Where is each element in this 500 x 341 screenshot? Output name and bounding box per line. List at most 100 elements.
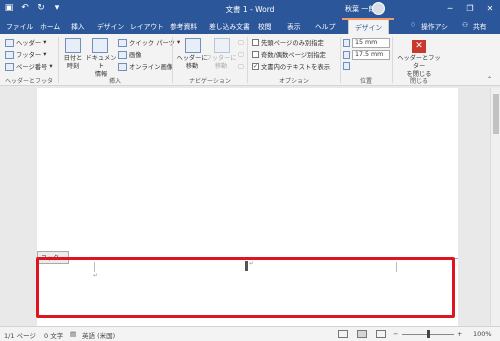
minimize-button[interactable]: ─ <box>440 0 460 18</box>
tab-design[interactable]: デザイン <box>97 21 124 31</box>
page-count[interactable]: 1/1 ページ <box>4 330 36 340</box>
online-picture-label: オンライン画像 <box>129 64 174 71</box>
first-page-checkbox[interactable] <box>252 39 259 46</box>
date-time-button[interactable]: 日付と 時刻 <box>60 55 86 71</box>
print-layout-icon[interactable] <box>357 330 367 338</box>
word-count[interactable]: 0 文字 <box>44 330 63 340</box>
divider <box>340 37 341 83</box>
link-previous-icon: ▢ <box>238 63 244 70</box>
tell-me-box[interactable]: 操作アシ <box>421 21 448 31</box>
tab-review[interactable]: 校閲 <box>258 21 272 31</box>
divider <box>58 37 59 83</box>
alignment-tab-icon[interactable] <box>343 62 350 70</box>
close-window-button[interactable]: ✕ <box>480 0 500 18</box>
quick-parts-label: クイック パーツ <box>129 40 175 47</box>
share-button[interactable]: 共有 <box>473 21 487 31</box>
tab-header-footer-design[interactable]: デザイン <box>348 19 390 34</box>
ribbon-tabs: ファイル ホーム 挿入 デザイン レイアウト 参考資料 差し込み文書 校閲 表示… <box>0 18 500 34</box>
date-time-label-2: 時刻 <box>66 63 80 70</box>
status-bar: 1/1 ページ 0 文字 ▤ 英語 (米国) − + 100% <box>0 326 500 341</box>
tab-help[interactable]: ヘルプ <box>315 21 335 31</box>
quick-parts-button[interactable]: クイック パーツ ▾ <box>118 38 180 47</box>
footer-button[interactable]: フッター ▾ <box>5 50 46 59</box>
proofing-icon[interactable]: ▤ <box>70 330 76 338</box>
read-mode-icon[interactable] <box>338 330 348 338</box>
group-label-close: 閉じる <box>409 78 428 85</box>
odd-even-checkbox[interactable] <box>252 51 259 58</box>
tab-view[interactable]: 表示 <box>287 21 301 31</box>
window-controls: ─ ❐ ✕ <box>440 0 500 18</box>
show-text-checkbox[interactable]: ✓ <box>252 63 259 70</box>
group-label-position: 位置 <box>359 78 372 85</box>
picture-icon <box>118 50 127 59</box>
document-title: 文書 1 - Word <box>225 5 275 14</box>
vertical-scrollbar[interactable] <box>490 88 500 326</box>
header-position-input[interactable]: 15 mm <box>352 38 390 48</box>
footer-position-input[interactable]: 17.5 mm <box>352 50 390 60</box>
online-picture-icon <box>118 62 127 71</box>
tab-references[interactable]: 参考資料 <box>170 21 197 31</box>
group-label-navigation: ナビゲーション <box>189 78 231 85</box>
tab-file[interactable]: ファイル <box>6 21 33 31</box>
collapse-ribbon-icon[interactable]: ⌃ <box>487 76 492 83</box>
tab-mailings[interactable]: 差し込み文書 <box>209 21 250 31</box>
first-page-option[interactable]: 先頭ページのみ別指定 <box>252 38 324 47</box>
picture-label: 画像 <box>129 52 142 59</box>
go-to-footer-button: フッターに 移動 <box>204 55 238 71</box>
footer-area-highlight[interactable] <box>36 257 455 318</box>
odd-even-option[interactable]: 奇数/偶数ページ別指定 <box>252 50 326 59</box>
document-info-icon[interactable] <box>92 38 108 53</box>
go-to-footer-label-2: 移動 <box>214 63 228 70</box>
online-picture-button[interactable]: オンライン画像 <box>118 62 173 71</box>
divider <box>392 37 393 83</box>
document-info-label-1: ドキュメント <box>85 55 117 70</box>
header-position-icon <box>343 39 350 47</box>
ribbon: ヘッダー▾ フッター▾ ページ番号▾ ヘッダーとフッター 日付と 時刻 ドキュメ… <box>0 34 500 94</box>
tab-insert[interactable]: 挿入 <box>71 21 85 31</box>
go-to-footer-label-1: フッターに <box>205 55 237 62</box>
zoom-in-button[interactable]: + <box>457 330 462 338</box>
web-layout-icon[interactable] <box>376 330 386 338</box>
insert-alignment-tab-icon <box>343 62 350 70</box>
zoom-level[interactable]: 100% <box>473 330 492 338</box>
tab-layout[interactable]: レイアウト <box>130 21 164 31</box>
share-icon: ⚇ <box>462 21 469 29</box>
zoom-slider-thumb[interactable] <box>427 330 430 338</box>
page-number-button[interactable]: ページ番号 ▾ <box>5 62 53 71</box>
footer-position-icon <box>343 51 350 59</box>
zoom-out-button[interactable]: − <box>393 330 398 338</box>
header-position: 15 mm <box>343 38 390 48</box>
footer-label: フッター <box>16 52 42 59</box>
calendar-icon[interactable] <box>65 38 81 53</box>
title-bar: ▣ ↶ ↻ ▾ 文書 1 - Word 秋葉 一郎 ─ ❐ ✕ <box>0 0 500 18</box>
lightbulb-icon: ♢ <box>410 21 417 29</box>
go-to-footer-icon <box>214 38 230 53</box>
scrollbar-thumb[interactable] <box>493 94 499 134</box>
odd-even-label: 奇数/偶数ページ別指定 <box>261 52 326 59</box>
first-page-label: 先頭ページのみ別指定 <box>261 40 324 47</box>
footer-position: 17.5 mm <box>343 50 390 60</box>
context-band <box>342 18 394 20</box>
previous-icon: ▢ <box>238 39 244 46</box>
close-x-icon[interactable]: ✕ <box>412 40 426 53</box>
header-label: ヘッダー <box>16 40 42 47</box>
language[interactable]: 英語 (米国) <box>82 330 115 340</box>
picture-button[interactable]: 画像 <box>118 50 142 59</box>
restore-button[interactable]: ❐ <box>460 0 480 18</box>
go-to-header-icon[interactable] <box>185 38 201 53</box>
avatar[interactable] <box>372 2 385 15</box>
quick-parts-icon <box>118 38 127 47</box>
footer-icon <box>5 50 14 59</box>
tab-home[interactable]: ホーム <box>40 21 60 31</box>
group-label-options: オプション <box>278 78 309 85</box>
user-name[interactable]: 秋葉 一郎 <box>345 4 375 14</box>
show-text-label: 文書内のテキストを表示 <box>261 64 331 71</box>
date-time-label-1: 日付と <box>63 55 83 62</box>
divider <box>247 37 248 83</box>
group-label-insert: 挿入 <box>108 78 121 85</box>
divider <box>172 37 173 83</box>
header-button[interactable]: ヘッダー ▾ <box>5 38 46 47</box>
show-text-option[interactable]: ✓ 文書内のテキストを表示 <box>252 62 330 71</box>
page-number-icon <box>5 62 14 71</box>
next-icon: ▢ <box>238 51 244 58</box>
